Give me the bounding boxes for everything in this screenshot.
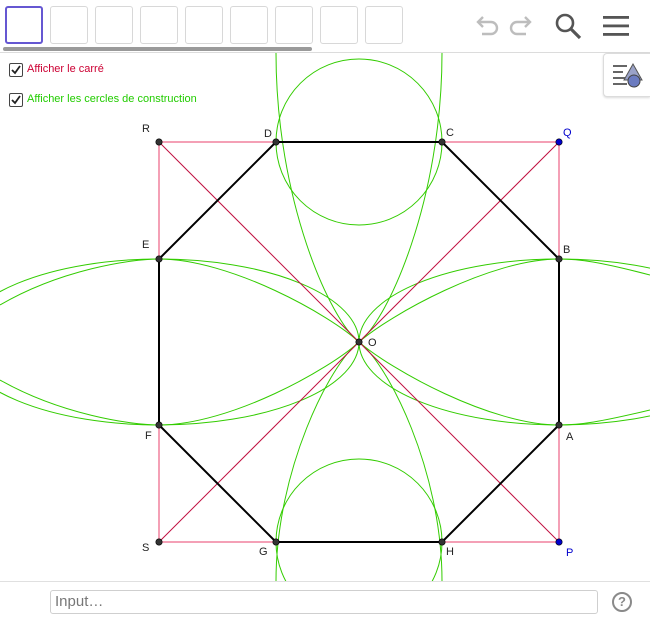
point-B[interactable] [555,255,563,263]
tool-perpendicular[interactable] [140,6,178,44]
label-A: A [566,431,574,443]
toolbar-scrollbar[interactable] [3,47,312,51]
graphics-view[interactable]: R D C Q E B O F A S G H P [0,53,650,581]
label-S: S [142,542,149,554]
construction-circles [0,58,650,581]
algebra-input[interactable]: Input… [50,590,598,614]
circle-overlays [0,53,650,581]
point-O[interactable] [355,338,363,346]
point-S[interactable] [155,538,163,546]
tool-polygon[interactable] [185,6,223,44]
point-R[interactable] [155,138,163,146]
point-P[interactable] [555,538,563,546]
arc-top [275,53,443,343]
label-B: B [563,244,570,256]
search-icon[interactable] [552,10,584,42]
undo-icon[interactable] [470,10,502,42]
label-Q: Q [563,127,572,139]
label-P: P [566,547,573,559]
help-icon[interactable]: ? [612,592,632,612]
tool-ellipse[interactable] [275,6,313,44]
label-O: O [368,337,377,349]
label-D: D [264,128,272,140]
circle-bottom [275,458,443,581]
tool-line[interactable] [95,6,133,44]
arc-bottom [275,341,443,581]
tool-move[interactable] [5,6,43,44]
point-Q[interactable] [555,138,563,146]
tool-point[interactable] [50,6,88,44]
point-H[interactable] [438,538,446,546]
circle-right [358,258,650,426]
menu-icon[interactable] [600,10,632,42]
point-F[interactable] [155,421,163,429]
label-C: C [446,127,454,139]
label-F: F [145,430,152,442]
point-C[interactable] [438,138,446,146]
tool-circle[interactable] [230,6,268,44]
circle-left [0,258,360,426]
label-E: E [142,239,149,251]
tool-angle[interactable] [320,6,358,44]
label-R: R [142,123,150,135]
point-A[interactable] [555,421,563,429]
toolbar [0,0,650,53]
label-H: H [446,546,454,558]
point-E[interactable] [155,255,163,263]
redo-icon[interactable] [506,10,538,42]
label-G: G [259,546,268,558]
arc-left [0,258,360,426]
tool-reflect[interactable] [365,6,403,44]
point-G[interactable] [272,538,280,546]
arc-right [358,258,650,426]
point-D[interactable] [272,138,280,146]
